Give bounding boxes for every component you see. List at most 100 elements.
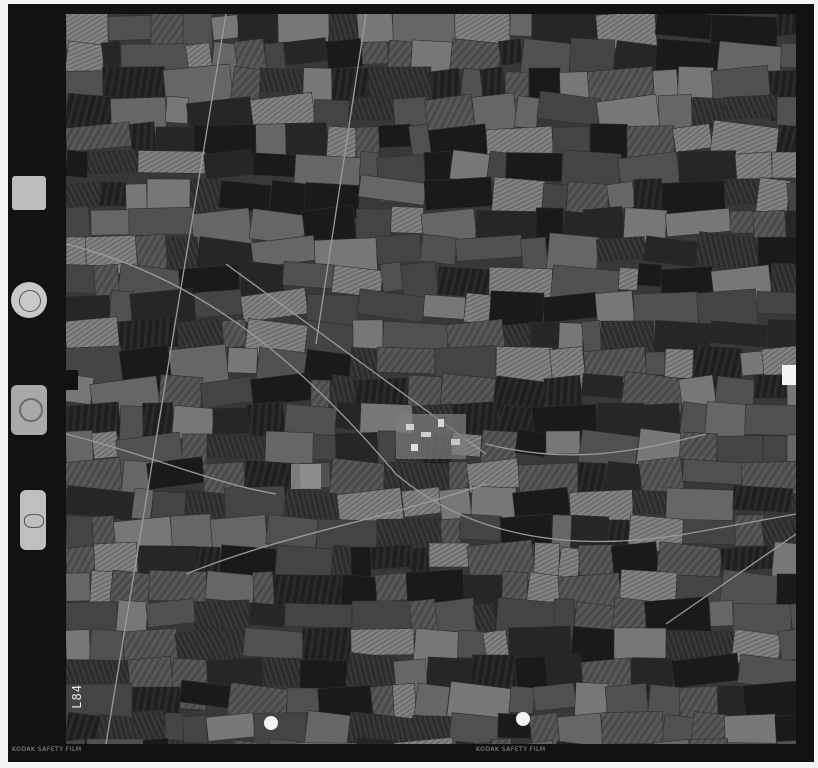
field-parcel (708, 320, 769, 348)
field-parcel (440, 518, 462, 547)
field-parcel (206, 433, 266, 460)
field-parcel (350, 628, 415, 656)
field-parcel (682, 458, 743, 486)
field-parcel (119, 405, 144, 443)
field-parcel (509, 14, 533, 37)
field-parcel (227, 347, 258, 374)
altimeter-icon (11, 385, 47, 435)
field-parcel (556, 712, 605, 744)
field-parcel (645, 351, 666, 376)
field-parcel (423, 176, 493, 211)
field-parcel (286, 687, 320, 714)
field-parcel (392, 96, 429, 129)
field-parcel (66, 149, 90, 179)
field-parcel (90, 209, 130, 236)
field-parcel (390, 206, 424, 234)
field-parcel (617, 267, 639, 291)
field-parcel (505, 152, 563, 182)
field-parcel (677, 66, 714, 99)
field-parcel (545, 430, 581, 455)
side-notch-right (782, 365, 796, 385)
field-parcel (660, 714, 695, 744)
field-parcel (182, 715, 209, 744)
field-parcel (376, 346, 436, 375)
field-parcel (570, 514, 610, 550)
field-parcel (463, 292, 492, 325)
field-parcel (436, 266, 491, 298)
field-parcel (541, 292, 599, 323)
field-parcel (164, 95, 190, 125)
field-parcel (637, 262, 663, 288)
field-parcel (115, 599, 149, 636)
field-parcel (265, 514, 319, 549)
field-parcel (508, 685, 536, 715)
field-parcel (145, 598, 197, 628)
side-notch-left (64, 370, 78, 390)
field-parcel (283, 37, 329, 66)
field-parcel (724, 178, 758, 205)
compass-icon (11, 282, 47, 318)
field-parcel (689, 738, 729, 744)
aerial-photo (66, 14, 796, 744)
field-parcel (422, 294, 466, 320)
aerial-farmland-photo (66, 14, 796, 744)
field-parcel (107, 15, 152, 41)
field-parcel (727, 742, 779, 744)
field-parcel (723, 713, 778, 744)
frame-number: L84 (70, 684, 84, 709)
field-parcel (128, 206, 194, 237)
field-parcel (780, 42, 796, 70)
field-parcel (117, 315, 181, 353)
film-label-bottom: KODAK SAFETY FILM (476, 746, 546, 753)
field-parcel (284, 602, 353, 629)
field-parcel (212, 407, 250, 435)
field-parcel (370, 544, 412, 570)
field-parcel (569, 37, 616, 75)
field-parcel (203, 149, 255, 180)
field-parcel (221, 318, 248, 349)
field-parcel (218, 180, 272, 213)
field-parcel (348, 96, 395, 121)
field-parcel (739, 350, 765, 377)
field-parcel (148, 569, 207, 603)
field-parcel (672, 123, 713, 153)
fiducial-mark-left (264, 716, 278, 730)
field-parcel (528, 712, 562, 744)
field-parcel (86, 738, 146, 744)
field-parcel (413, 682, 451, 720)
field-parcel (358, 151, 380, 178)
field-parcel (497, 38, 524, 66)
field-parcel (558, 322, 584, 351)
field-parcel (325, 37, 364, 71)
field-parcel (374, 572, 409, 603)
field-parcel (66, 180, 102, 211)
field-parcel (595, 236, 647, 262)
field-parcel (248, 602, 287, 628)
field-parcel (378, 123, 412, 149)
field-parcel (86, 149, 139, 175)
field-parcel (204, 570, 256, 604)
field-parcel (723, 94, 778, 120)
field-parcel (137, 150, 206, 174)
field-parcel (776, 96, 796, 127)
field-parcel (682, 519, 736, 545)
field-parcel (334, 401, 363, 431)
field-parcel (744, 403, 796, 437)
field-parcel (771, 151, 796, 179)
level-bubble-icon (20, 490, 46, 550)
fiducial-mark-right (516, 712, 530, 726)
field-parcel (457, 630, 487, 659)
field-parcel (193, 289, 243, 318)
field-parcel (729, 210, 755, 234)
field-parcel (310, 379, 331, 409)
field-parcel (513, 95, 541, 130)
field-parcel (66, 572, 91, 602)
field-parcel (601, 711, 664, 744)
field-parcel (734, 151, 774, 181)
field-parcel (541, 182, 569, 211)
field-parcel (695, 231, 761, 273)
field-parcel (428, 542, 470, 568)
field-parcel (375, 233, 423, 265)
field-parcel (775, 14, 796, 37)
field-parcel (205, 712, 256, 742)
